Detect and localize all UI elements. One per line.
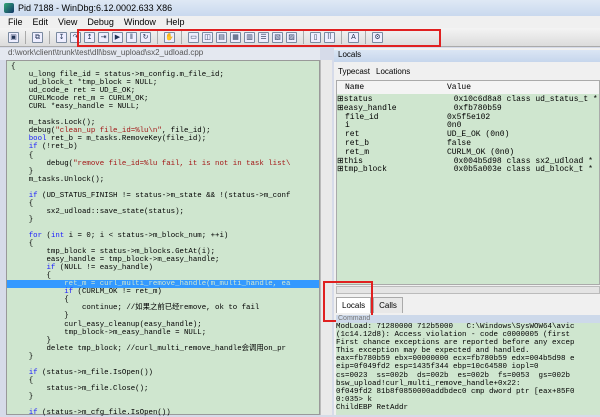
copy-icon[interactable]: ⧉	[32, 31, 43, 43]
code-line: tmp_block->m_easy_handle = NULL;	[11, 328, 207, 337]
code-line: }	[11, 392, 34, 401]
source-vertical-scrollbar[interactable]	[320, 60, 332, 415]
code-line: delete tmp_block; //curl_multi_remove_ha…	[11, 344, 286, 353]
code-line: CURLMcode ret_m = CURLM_OK;	[11, 95, 149, 104]
title-bar: Pid 7188 - WinDbg:6.12.0002.633 X86	[0, 0, 600, 16]
menu-window[interactable]: Window	[124, 17, 156, 27]
code-line: if (status->m_file.IsOpen())	[28, 368, 153, 377]
highlight-annotation-toolbar	[77, 29, 441, 47]
code-line: debug("clean_up file_id=%lu\n", file_id)…	[11, 127, 211, 136]
command-output-line: eip=0f049fd2 esp=1435f344 ebp=10c64580 i…	[336, 363, 539, 372]
expand-icon[interactable]: ⊞	[337, 166, 344, 175]
code-line: }	[11, 312, 69, 321]
code-line: ud_code_e ret = UD_E_OK;	[11, 87, 136, 96]
code-line: continue; //如果之前已经remove, ok to fail	[11, 304, 260, 313]
locals-table: Name Value ⊞ status 0x10c6d8a8 class ud_st…	[336, 80, 600, 285]
source-file-path: d:\work\client\trunk\test\dll\bsw_upload…	[0, 48, 320, 60]
code-line: CURL *easy_handle = NULL;	[11, 103, 140, 112]
code-line: {	[11, 199, 34, 208]
command-window-title: Command	[336, 315, 600, 323]
locals-window-title: Locals	[334, 50, 600, 62]
code-line: m_tasks.Unlock();	[11, 175, 105, 184]
code-line: curl_easy_cleanup(easy_handle);	[11, 320, 202, 329]
menu-help[interactable]: Help	[166, 17, 185, 27]
code-line: for (int i = 0; i < status->m_block_num;…	[28, 231, 229, 240]
menu-debug[interactable]: Debug	[87, 17, 114, 27]
command-output-line: eax=fb780b59 ebx=00000000 ecx=fb780b59 e…	[336, 355, 575, 364]
code-line: {	[11, 151, 34, 160]
toolbar-separator	[49, 30, 50, 44]
command-output-line: cs=0023 ss=002b ds=002b es=002b fs=0053 …	[336, 371, 571, 380]
step-into-icon[interactable]: ↧	[56, 31, 67, 43]
toolbar-separator	[25, 30, 26, 44]
code-line: if (CURLM_OK != ret_m)	[64, 288, 162, 297]
local-name: file_id	[345, 112, 379, 122]
locations-button[interactable]: Locations	[376, 67, 410, 76]
code-line: easy_handle = tmp_block->m_easy_handle;	[11, 256, 220, 265]
code-line: ud_block_t *tmp_block = NULL;	[11, 79, 158, 88]
windbg-app-icon	[4, 3, 14, 13]
pane-tabs: Locals Calls	[336, 296, 600, 313]
command-output-line: First chance exceptions are reported bef…	[336, 339, 575, 348]
local-name: tmp_block	[343, 165, 387, 175]
code-line: if (NULL != easy_handle)	[46, 264, 153, 273]
code-line: }	[11, 352, 34, 361]
code-line: tmp_block = status->m_blocks.GetAt(i);	[11, 248, 216, 257]
table-row[interactable]: file_id 0x5f5e102	[337, 112, 599, 123]
menu-edit[interactable]: Edit	[33, 17, 49, 27]
code-line: }	[11, 336, 51, 345]
code-line: u_long file_id = status->m_config.m_file…	[11, 71, 224, 80]
menu-view[interactable]: View	[58, 17, 77, 27]
locals-toolbar: Typecast Locations	[336, 64, 600, 78]
code-line: m_tasks.Lock();	[11, 119, 96, 128]
code-line: }	[11, 167, 34, 176]
code-line: }	[11, 215, 34, 224]
current-line: ret_m = curl_multi_remove_handle(m_multi…	[7, 280, 319, 289]
source-code-view[interactable]: { u_long file_id = status->m_config.m_fi…	[6, 60, 320, 417]
command-output-line: 0f049fd2 81b8f0850000addbdec0 cmp dword …	[336, 387, 575, 396]
code-line: if (status->m_cfg_file.IsOpen())	[28, 409, 171, 417]
command-output: ModLoad: 71280000 712b5000 C:\Windows\Sy…	[336, 323, 600, 415]
table-row[interactable]: ⊞ tmp_block 0x0b5a003e class ud_block_t *	[337, 166, 599, 175]
code-line: {	[11, 63, 16, 71]
menu-file[interactable]: File	[8, 17, 23, 27]
column-header-value[interactable]: Value	[447, 81, 599, 94]
code-line: {	[11, 240, 34, 249]
command-output-line: This exception may be expected and handl…	[336, 347, 530, 356]
code-line: sx2_udload::save_state(status);	[11, 207, 184, 216]
code-line: debug("remove file_id=%lu fail, it is no…	[11, 159, 291, 168]
command-output-line: ChildEBP RetAddr	[336, 403, 409, 412]
command-output-line: 0:035> k	[336, 395, 373, 404]
tab-calls[interactable]: Calls	[373, 297, 403, 313]
code-line: status->m_file.Close();	[11, 384, 149, 393]
expand-icon[interactable]: ⊞	[337, 104, 344, 114]
local-value: 0x5f5e102	[447, 112, 491, 122]
command-output-line: ModLoad: 71280000 712b5000 C:\Windows\Sy…	[336, 323, 575, 331]
locals-horizontal-scrollbar[interactable]	[336, 286, 600, 294]
table-header: Name Value	[337, 81, 599, 94]
code-line: if (UD_STATUS_FINISH != status->m_state …	[28, 191, 291, 200]
command-output-line: (1c14.12d8): Access violation - code c00…	[336, 331, 571, 340]
local-value: 0x0b5a003e class ud_block_t *	[453, 165, 593, 175]
code-line: if (!ret_b)	[28, 143, 78, 152]
code-line: {	[11, 272, 51, 281]
code-line: bool ret_b = m_tasks.RemoveKey(file_id);	[28, 135, 207, 144]
command-output-line: bsw_upload!curl_multi_remove_handle+0x22…	[336, 379, 521, 388]
open-icon[interactable]: ▣	[8, 31, 19, 43]
column-header-name[interactable]: Name	[337, 81, 447, 94]
code-line: {	[11, 376, 34, 385]
window-title: Pid 7188 - WinDbg:6.12.0002.633 X86	[18, 3, 173, 13]
typecast-button[interactable]: Typecast	[338, 67, 370, 76]
menu-bar: File Edit View Debug Window Help	[0, 16, 600, 28]
